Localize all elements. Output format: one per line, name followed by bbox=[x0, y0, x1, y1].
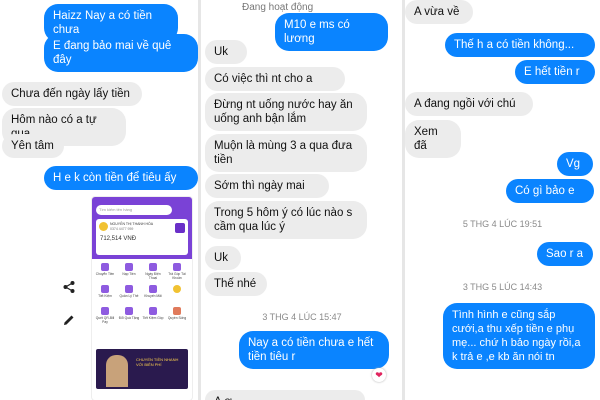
grid-item: Trả Góp Tài Khoản bbox=[166, 263, 188, 280]
grid-item: Khuyến Mãi bbox=[142, 285, 164, 298]
message-bubble[interactable]: A ơ... ... bbox=[205, 390, 365, 400]
heart-reaction-icon[interactable]: ❤ bbox=[372, 368, 386, 382]
message-bubble[interactable]: Chưa đến ngày lấy tiền bbox=[2, 82, 142, 106]
grid-item: Nạp Tiền bbox=[118, 263, 140, 276]
conversation-panel-middle: Đang hoạt động M10 e ms có lương Uk Có v… bbox=[202, 0, 402, 400]
message-bubble[interactable]: Muộn là mùng 3 a qua đưa tiền bbox=[205, 134, 367, 172]
message-bubble[interactable]: Uk bbox=[205, 40, 247, 64]
message-bubble[interactable]: Xem đã bbox=[405, 120, 461, 158]
grid-item: Chuyển Tiền bbox=[94, 263, 116, 276]
divider bbox=[198, 0, 201, 400]
edit-icon[interactable] bbox=[62, 313, 76, 327]
grid-item: Quét QR-Bill Pay bbox=[94, 307, 116, 324]
timestamp: 3 THG 5 LÚC 14:43 bbox=[462, 282, 543, 292]
account-name: NGUYỄN THỊ THANH HÒA bbox=[110, 222, 154, 226]
avatar bbox=[99, 222, 108, 231]
badge-icon bbox=[175, 223, 185, 233]
grid-item: Tiết Kiệm bbox=[94, 285, 116, 298]
message-bubble[interactable]: Đừng nt uống nước hay ăn uống anh bận lắ… bbox=[205, 93, 367, 131]
message-bubble[interactable]: Có gì bảo e bbox=[506, 179, 594, 203]
account-card: NGUYỄN THỊ THANH HÒA 0374 4477 959 712,5… bbox=[96, 219, 188, 255]
message-bubble[interactable]: Vg bbox=[557, 152, 593, 176]
message-bubble[interactable]: Tình hình e cũng sắp cưới,a thu xếp tiền… bbox=[443, 303, 595, 369]
share-icon[interactable] bbox=[62, 280, 76, 294]
message-bubble[interactable]: E hết tiền r bbox=[515, 60, 595, 84]
timestamp: 3 THG 4 LÚC 15:47 bbox=[262, 312, 342, 322]
message-bubble[interactable]: A vừa về bbox=[405, 0, 473, 24]
message-bubble[interactable]: Nay a có tiền chưa e hết tiền tiêu r bbox=[239, 331, 389, 369]
grid-item bbox=[166, 285, 188, 294]
message-bubble[interactable]: Uk bbox=[205, 246, 241, 270]
app-search-bar: Tìm kiếm tên hàng bbox=[96, 205, 172, 215]
banner-person-image bbox=[106, 355, 128, 387]
message-bubble[interactable]: H e k còn tiền để tiêu ấy bbox=[44, 166, 198, 190]
account-balance: 712,514 VNĐ bbox=[100, 236, 137, 242]
message-bubble[interactable]: Có việc thì nt cho a bbox=[205, 67, 345, 91]
banking-app-screenshot[interactable]: Tìm kiếm tên hàng NGUYỄN THỊ THANH HÒA 0… bbox=[92, 197, 192, 400]
promo-banner: CHUYỂN TIỀN NHANH VỚI BIÊN PHÍ bbox=[96, 349, 188, 389]
message-bubble[interactable]: Sớm thì ngày mai bbox=[205, 174, 329, 198]
grid-item: Quyền Sống bbox=[166, 307, 188, 320]
conversation-panel-left: Haizz Nay a có tiền chưa E đang bảo mai … bbox=[0, 0, 198, 400]
timestamp: 5 THG 4 LÚC 19:51 bbox=[462, 219, 543, 229]
grid-item: Đổi Quà Tặng bbox=[118, 307, 140, 320]
message-bubble[interactable]: Yên tâm bbox=[2, 134, 64, 158]
message-bubble[interactable]: Thế h a có tiền không... bbox=[445, 33, 595, 57]
banner-text: CHUYỂN TIỀN NHANH VỚI BIÊN PHÍ bbox=[136, 357, 179, 367]
account-number: 0374 4477 959 bbox=[110, 227, 134, 231]
conversation-panel-right: A vừa về Thế h a có tiền không... E hết … bbox=[405, 0, 600, 400]
grid-item: Ngày Điện Thoại bbox=[142, 263, 164, 280]
message-bubble[interactable]: Sao r a bbox=[537, 242, 593, 266]
active-status: Đang hoạt động bbox=[242, 2, 314, 13]
grid-item: Tiết Kiệm Góp bbox=[142, 307, 164, 320]
grid-item: Quản Lý Thẻ bbox=[118, 285, 140, 298]
message-bubble[interactable]: Thế nhé bbox=[205, 272, 267, 296]
message-bubble[interactable]: E đang bảo mai về quê đây bbox=[44, 34, 198, 72]
message-bubble[interactable]: M10 e ms có lương bbox=[275, 13, 388, 51]
message-bubble[interactable]: Trong 5 hôm ý có lúc nào s cầm qua lúc ý bbox=[205, 201, 367, 239]
message-bubble[interactable]: A đang ngồi với chú bbox=[405, 92, 533, 116]
